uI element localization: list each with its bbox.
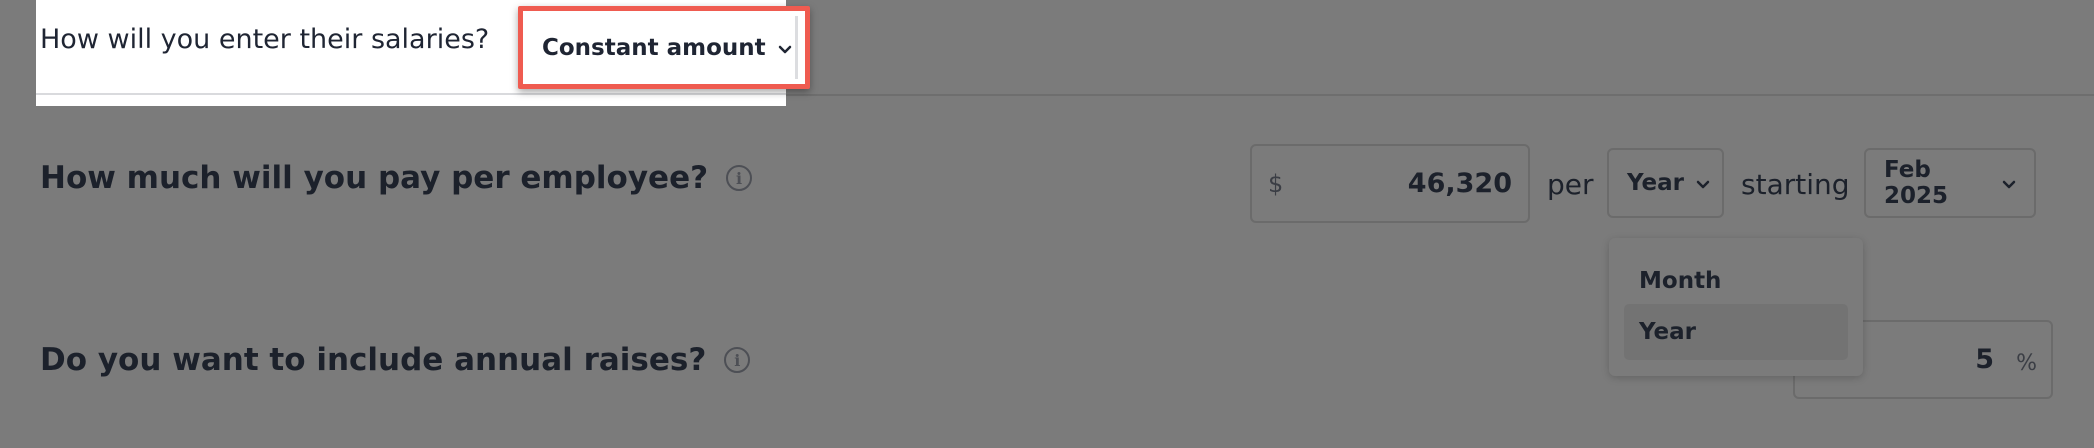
salary-amount-value: 46,320 xyxy=(1407,168,1512,199)
info-icon[interactable]: i xyxy=(724,347,751,373)
per-label: per xyxy=(1547,168,1594,201)
starting-label: starting xyxy=(1741,168,1850,201)
salary-method-question: How will you enter their salaries? xyxy=(40,24,490,55)
salary-method-select[interactable]: Constant amount xyxy=(528,16,798,79)
start-date-value: Feb 2025 xyxy=(1884,157,1949,209)
employee-salary-form: How will you enter their salaries? Const… xyxy=(0,0,2094,448)
period-dropdown-menu: Month Year xyxy=(1609,238,1863,376)
percent-unit: % xyxy=(2016,351,2037,376)
chevron-down-icon xyxy=(1696,170,1710,196)
salary-method-row: How will you enter their salaries? Const… xyxy=(36,0,810,106)
highlight-frame: Constant amount xyxy=(518,6,810,89)
chevron-down-icon xyxy=(2002,170,2016,196)
pay-per-employee-label-row: How much will you pay per employee? i xyxy=(40,160,753,196)
annual-raise-value: 5 xyxy=(1975,344,1995,375)
section-divider xyxy=(36,93,786,95)
annual-raises-question: Do you want to include annual raises? xyxy=(40,342,707,378)
annual-raises-label-row: Do you want to include annual raises? i xyxy=(40,342,751,378)
pay-per-employee-question: How much will you pay per employee? xyxy=(40,160,709,196)
chevron-down-icon xyxy=(778,35,792,61)
start-date-select[interactable]: Feb 2025 xyxy=(1864,148,2036,218)
section-divider xyxy=(786,94,2094,96)
salary-method-value: Constant amount xyxy=(542,34,766,61)
salary-amount-input[interactable]: $ 46,320 xyxy=(1250,144,1530,223)
period-value: Year xyxy=(1627,170,1685,196)
period-option-month[interactable]: Month xyxy=(1624,253,1848,309)
period-select[interactable]: Year xyxy=(1607,148,1724,218)
currency-symbol: $ xyxy=(1268,169,1284,198)
period-option-year[interactable]: Year xyxy=(1624,304,1848,360)
info-icon[interactable]: i xyxy=(726,165,753,191)
